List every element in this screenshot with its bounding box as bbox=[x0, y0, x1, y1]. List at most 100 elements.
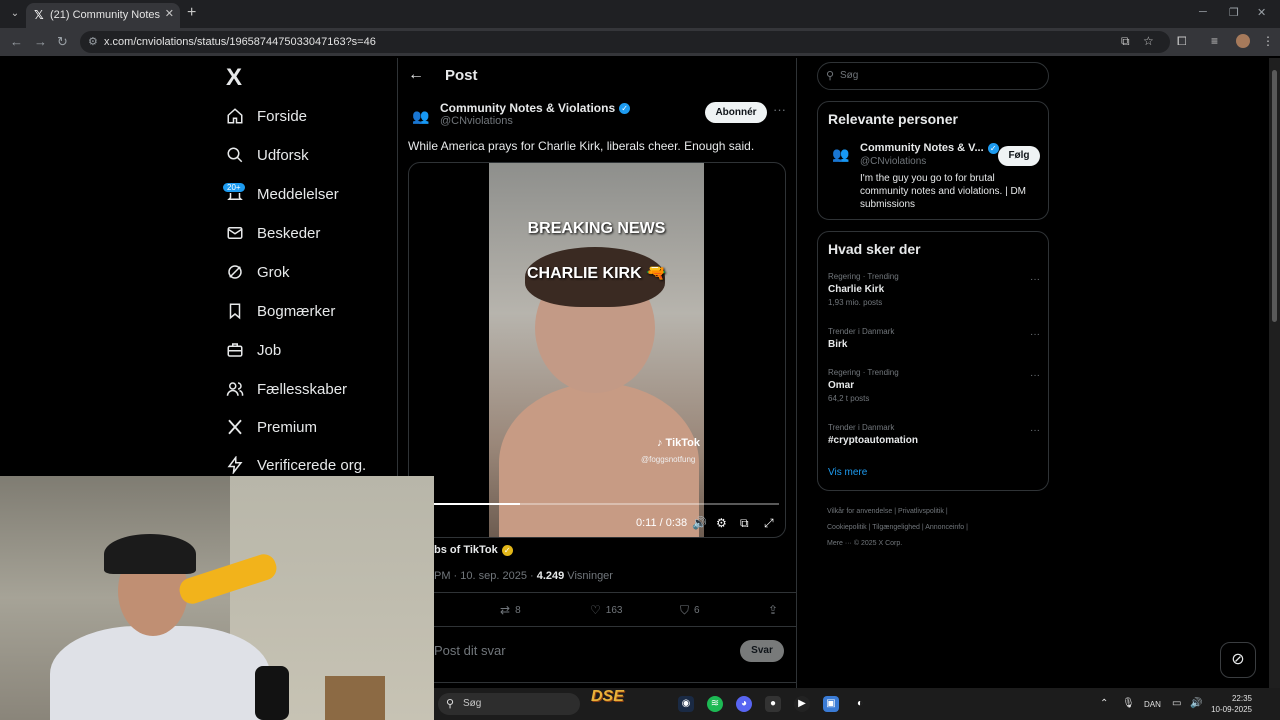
like-button[interactable]: ♡ 163 bbox=[590, 603, 622, 617]
footer-link-cookies[interactable]: Cookiepolitik bbox=[827, 524, 867, 531]
nav-grok[interactable]: Grok bbox=[226, 257, 290, 287]
steam-icon[interactable]: ◉ bbox=[678, 696, 694, 712]
share-button[interactable]: ⇪ bbox=[768, 603, 778, 617]
trend-more-icon[interactable]: ··· bbox=[1030, 329, 1040, 340]
page-scrollbar[interactable] bbox=[1269, 58, 1280, 688]
relevant-people-title: Relevante personer bbox=[828, 111, 958, 127]
volume-icon[interactable]: 🔊 bbox=[1190, 698, 1202, 709]
grok-floating-button[interactable]: ⊘ bbox=[1220, 642, 1256, 678]
divider bbox=[398, 626, 796, 627]
author-handle[interactable]: @CNviolations bbox=[440, 115, 513, 127]
post-timestamp: PM · 10. sep. 2025 · bbox=[434, 570, 537, 582]
tiktok-username: @foggsnotfung bbox=[641, 455, 696, 464]
embedded-author[interactable]: bs of TikTok ✓ bbox=[434, 544, 513, 556]
trend-item[interactable]: Trender i Danmark Birk ··· bbox=[828, 327, 1040, 350]
footer-link-more[interactable]: Mere ··· bbox=[827, 540, 852, 547]
address-bar[interactable]: ⚙ x.com/cnviolations/status/196587447503… bbox=[80, 31, 1170, 53]
column-divider-right bbox=[796, 58, 797, 720]
footer-copyright: © 2025 X Corp. bbox=[853, 540, 903, 547]
language-indicator[interactable]: DAN bbox=[1144, 700, 1161, 709]
trend-item[interactable]: Regering · Trending Omar 64,2 t posts ··… bbox=[828, 368, 1040, 403]
nav-label: Beskeder bbox=[257, 224, 321, 242]
taskbar-clock[interactable]: 22:35 10-09-2025 bbox=[1210, 693, 1252, 715]
reply-input[interactable]: Post dit svar bbox=[434, 643, 506, 658]
trend-more-icon[interactable]: ··· bbox=[1030, 425, 1040, 436]
trend-context: Regering · Trending bbox=[828, 368, 899, 377]
back-arrow-icon[interactable]: ← bbox=[408, 66, 424, 84]
reply-button[interactable]: Svar bbox=[740, 640, 784, 662]
volume-icon[interactable]: 🔊 bbox=[692, 516, 707, 530]
obs-icon[interactable]: ● bbox=[765, 696, 781, 712]
discord-icon[interactable]: ◕ bbox=[736, 696, 752, 712]
media-player-icon[interactable]: ▶ bbox=[794, 696, 810, 712]
relevant-name-text: Community Notes & V... bbox=[860, 142, 984, 154]
video-player[interactable]: BREAKING NEWS CHARLIE KIRK 🔫 ♪ TikTok @f… bbox=[408, 162, 786, 538]
follow-button[interactable]: Følg bbox=[998, 146, 1040, 166]
relevant-avatar[interactable]: 👥 bbox=[832, 146, 849, 163]
nav-jobs[interactable]: Job bbox=[226, 335, 281, 365]
trend-more-icon[interactable]: ··· bbox=[1030, 370, 1040, 381]
bookmark-button[interactable]: ⛉ 6 bbox=[680, 603, 700, 618]
embedded-author-name: bs of TikTok bbox=[434, 544, 498, 556]
back-nav-icon[interactable]: ← bbox=[10, 34, 23, 49]
extensions-icon[interactable]: ⧠ bbox=[1177, 34, 1187, 49]
tab-list-button[interactable]: ⌄ bbox=[6, 5, 24, 23]
nav-premium[interactable]: Premium bbox=[226, 412, 317, 442]
site-info-icon[interactable]: ⚙ bbox=[88, 35, 98, 48]
relevant-bio: I'm the guy you go to for brutal communi… bbox=[860, 173, 1027, 210]
browser-menu-icon[interactable]: ⋮ bbox=[1262, 34, 1274, 48]
search-placeholder: Søg bbox=[840, 70, 859, 81]
trend-item[interactable]: Trender i Danmark #cryptoautomation ··· bbox=[828, 423, 1040, 446]
relevant-name[interactable]: Community Notes & V... ✓ bbox=[860, 142, 999, 154]
author-avatar[interactable]: 👥 bbox=[408, 103, 434, 129]
video-progress-bar[interactable] bbox=[433, 503, 779, 505]
more-options-icon[interactable]: ··· bbox=[773, 102, 786, 117]
network-icon[interactable]: ▭ bbox=[1172, 698, 1181, 709]
search-input[interactable]: ⚲ Søg bbox=[817, 62, 1049, 90]
app-icon[interactable]: ◐ bbox=[852, 696, 868, 712]
grok-icon bbox=[226, 263, 244, 281]
media-control-icon[interactable]: ≡ bbox=[1211, 34, 1218, 48]
nav-explore[interactable]: Udforsk bbox=[226, 140, 309, 170]
tray-chevron-icon[interactable]: ⌃ bbox=[1100, 698, 1108, 709]
nav-messages[interactable]: Beskeder bbox=[226, 218, 320, 248]
taskbar-search[interactable]: ⚲ Søg bbox=[438, 693, 580, 715]
settings-gear-icon[interactable]: ⚙ bbox=[716, 516, 727, 530]
author-name[interactable]: Community Notes & Violations ✓ bbox=[440, 101, 631, 115]
subscribe-button[interactable]: Abonnér bbox=[705, 102, 767, 123]
footer-link-terms[interactable]: Vilkår for anvendelse bbox=[827, 508, 892, 515]
window-close-icon[interactable]: ✕ bbox=[1257, 6, 1266, 19]
trend-item[interactable]: Regering · Trending Charlie Kirk 1,93 mi… bbox=[828, 272, 1040, 307]
profile-avatar[interactable] bbox=[1236, 34, 1250, 48]
trend-name: Omar bbox=[828, 380, 855, 391]
pip-icon[interactable]: ⧉ bbox=[740, 516, 749, 531]
nav-bookmarks[interactable]: Bogmærker bbox=[226, 296, 335, 326]
file-explorer-icon[interactable]: ▣ bbox=[823, 696, 839, 712]
minimize-icon[interactable]: ─ bbox=[1199, 6, 1207, 18]
reload-icon[interactable]: ↻ bbox=[57, 34, 68, 50]
trend-context: Trender i Danmark bbox=[828, 423, 895, 432]
spotify-icon[interactable]: ≋ bbox=[707, 696, 723, 712]
nav-home[interactable]: Forside bbox=[226, 101, 307, 131]
browser-tab-active[interactable]: 𝕏 (21) Community Notes & Violati ✕ bbox=[26, 3, 180, 28]
scrollbar-thumb[interactable] bbox=[1272, 70, 1277, 322]
tab-close-icon[interactable]: ✕ bbox=[165, 7, 174, 20]
new-tab-button[interactable]: + bbox=[187, 4, 196, 22]
show-more-link[interactable]: Vis mere bbox=[828, 467, 867, 478]
repost-button[interactable]: ⇄ 8 bbox=[500, 603, 521, 617]
relevant-handle[interactable]: @CNviolations bbox=[860, 156, 926, 167]
install-app-icon[interactable]: ⧉ bbox=[1121, 34, 1130, 49]
bookmark-star-icon[interactable]: ☆ bbox=[1143, 34, 1154, 48]
footer-link-ads[interactable]: Annonceinfo bbox=[925, 524, 964, 531]
x-logo-icon[interactable]: X bbox=[226, 64, 242, 92]
maximize-icon[interactable]: ❐ bbox=[1229, 6, 1239, 19]
footer-link-accessibility[interactable]: Tilgængelighed bbox=[872, 524, 920, 531]
footer-link-privacy[interactable]: Privatlivspolitik bbox=[898, 508, 944, 515]
microphone-icon[interactable]: 🎙 bbox=[1122, 698, 1135, 709]
trend-more-icon[interactable]: ··· bbox=[1030, 274, 1040, 285]
nav-label: Fællesskaber bbox=[257, 380, 348, 398]
forward-nav-icon[interactable]: → bbox=[34, 34, 47, 49]
nav-communities[interactable]: Fællesskaber bbox=[226, 374, 347, 404]
browser-toolbar: ← → ↻ ⚙ x.com/cnviolations/status/196587… bbox=[0, 28, 1280, 56]
fullscreen-icon[interactable]: ⤢ bbox=[764, 516, 774, 531]
